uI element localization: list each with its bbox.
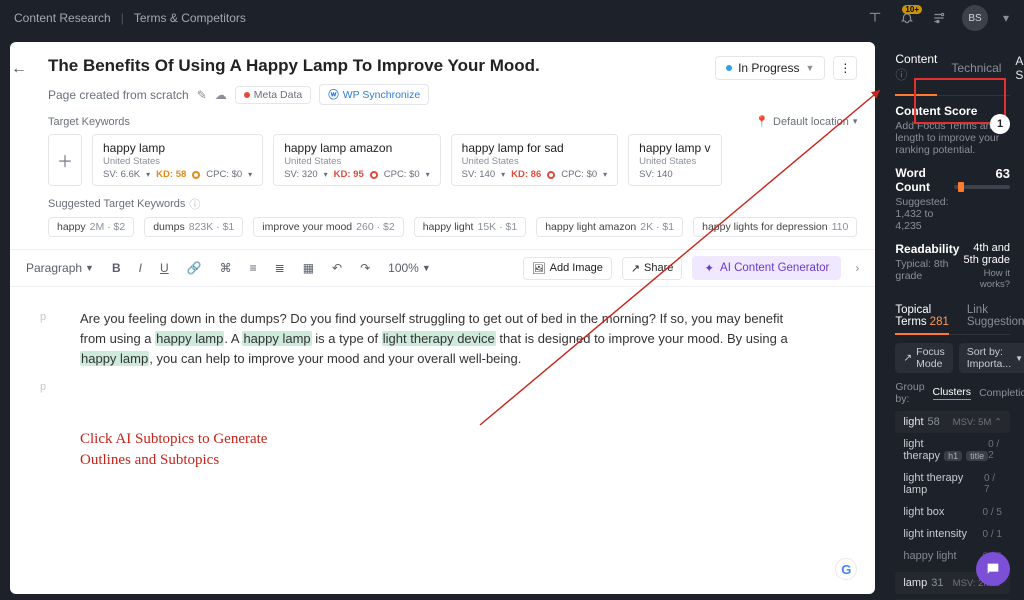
undo-button[interactable]: ↶ [328, 259, 346, 277]
readability-sub: Typical: 8th grade [895, 258, 959, 282]
right-panel: Content ⓘ Technical AI Subtopics 1 Conte… [881, 36, 1024, 600]
avatar-caret-icon[interactable]: ▾ [1002, 9, 1010, 27]
sliders-icon[interactable] [930, 9, 948, 27]
sort-dropdown[interactable]: Sort by: Importa...▼ [959, 343, 1024, 373]
suggested-keyword[interactable]: improve your mood260 · $2 [253, 217, 403, 237]
word-count-label: Word Count [895, 166, 954, 194]
word-count-slider[interactable] [954, 185, 1010, 189]
status-dot-icon [726, 65, 732, 71]
crumb-a[interactable]: Content Research [14, 11, 111, 25]
status-dropdown[interactable]: In Progress ▼ [715, 56, 825, 80]
bell-badge: 10+ [902, 5, 922, 14]
wp-sync-chip[interactable]: ⓦWP Synchronize [319, 84, 429, 105]
page-title: The Benefits Of Using A Happy Lamp To Im… [48, 56, 540, 76]
breadcrumb: Content Research | Terms & Competitors [14, 11, 246, 25]
redo-button[interactable]: ↷ [356, 259, 374, 277]
term-item[interactable]: light therapy lamp0 / 7 [895, 467, 1010, 501]
keyword-cards: ＋ happy lamp United States SV: 6.6K▾KD: … [48, 134, 857, 186]
pin-icon: 📍 [755, 115, 769, 128]
ordered-list-button[interactable]: ≡ [246, 259, 261, 277]
target-keywords-label: Target Keywords [48, 116, 130, 128]
term-item[interactable]: light therapyh1title0 / 2 [895, 433, 1010, 467]
group-by-label: Group by: [895, 381, 924, 405]
keyword-card[interactable]: happy lamp United States SV: 6.6K▾KD: 58… [92, 134, 263, 186]
word-count-value: 63 [954, 166, 1010, 181]
term-group[interactable]: light58MSV: 5M ⌃ [895, 411, 1010, 433]
share-icon: ↗ [631, 262, 640, 275]
toolbar-next-button[interactable]: › [851, 259, 863, 277]
unordered-list-button[interactable]: ≣ [271, 259, 289, 277]
suggested-keyword[interactable]: happy light15K · $1 [414, 217, 527, 237]
chevron-down-icon: ▼ [805, 63, 814, 73]
group-completion[interactable]: Completion [979, 387, 1024, 399]
suggested-keyword[interactable]: happy light amazon2K · $1 [536, 217, 683, 237]
italic-button[interactable]: I [135, 259, 146, 277]
bold-button[interactable]: B [108, 259, 125, 277]
tab-topical-terms[interactable]: Topical Terms281 [895, 304, 948, 328]
focus-mode-button[interactable]: ↗Focus Mode [895, 343, 952, 373]
page-subtitle: Page created from scratch [48, 88, 189, 102]
readability-label: Readability [895, 242, 959, 256]
edit-icon[interactable]: ✎ [197, 88, 207, 102]
share-button[interactable]: ↗Share [622, 257, 683, 280]
expand-icon: ↗ [903, 352, 912, 364]
chat-fab[interactable] [976, 552, 1010, 586]
suggested-keyword[interactable]: happy2M · $2 [48, 217, 134, 237]
block-tag: p [40, 381, 46, 393]
zoom-dropdown[interactable]: 100% ▼ [384, 259, 435, 277]
suggested-keywords-label: Suggested Target Keywords [48, 198, 185, 210]
readability-value: 4th and 5th grade [959, 242, 1010, 266]
term-item[interactable]: light box0 / 5 [895, 501, 1010, 523]
suggested-keyword[interactable]: dumps823K · $1 [144, 217, 243, 237]
tab-ai-subtopics[interactable]: AI Subtopics [1015, 50, 1024, 86]
paragraph-1[interactable]: Are you feeling down in the dumps? Do yo… [80, 309, 805, 369]
tab-content[interactable]: Content ⓘ [895, 48, 937, 87]
shortcode-button[interactable]: ⌘ [216, 259, 236, 277]
how-it-works-link[interactable]: How it works? [959, 268, 1010, 290]
tab-technical[interactable]: Technical [951, 57, 1001, 79]
paragraph-dropdown[interactable]: Paragraph ▼ [22, 259, 98, 277]
image-icon: 🖼 [532, 262, 546, 275]
meta-data-chip[interactable]: Meta Data [235, 86, 311, 104]
info-icon[interactable]: ⓘ [189, 196, 200, 212]
keyword-card[interactable]: happy lamp v United States SV: 140 [628, 134, 721, 186]
tab-link-suggestions[interactable]: Link Suggestions [967, 304, 1024, 328]
annotation-callout: Click AI Subtopics to Generate Outlines … [80, 429, 805, 471]
crumb-b[interactable]: Terms & Competitors [134, 11, 246, 25]
table-button[interactable]: ▦ [299, 259, 318, 277]
back-button[interactable]: ← [8, 60, 30, 78]
avatar[interactable]: BS [962, 5, 988, 31]
bell-icon[interactable]: 10+ [898, 9, 916, 27]
editor-pane: ← The Benefits Of Using A Happy Lamp To … [0, 36, 881, 600]
ai-content-generator-button[interactable]: ✦AI Content Generator [692, 256, 841, 280]
term-item[interactable]: light intensity0 / 1 [895, 523, 1010, 545]
add-keyword-button[interactable]: ＋ [48, 134, 82, 186]
suggested-keywords-row: happy2M · $2 dumps823K · $1 improve your… [48, 217, 857, 237]
kebab-menu[interactable]: ⋮ [833, 56, 857, 80]
word-count-sub: Suggested: 1,432 to 4,235 [895, 196, 954, 232]
tooltip-badge: 1 [990, 114, 1010, 134]
editor-toolbar: Paragraph ▼ B I U 🔗 ⌘ ≡ ≣ ▦ ↶ ↷ 100% ▼ 🖼… [10, 249, 875, 287]
sparkle-icon: ✦ [704, 261, 714, 275]
chevron-up-icon: ⌃ [994, 417, 1002, 428]
keyword-card[interactable]: happy lamp for sad United States SV: 140… [451, 134, 618, 186]
info-icon: ⓘ [895, 68, 907, 82]
link-button[interactable]: 🔗 [183, 259, 206, 277]
cloud-icon[interactable]: ☁ [215, 88, 227, 102]
group-clusters[interactable]: Clusters [933, 386, 972, 400]
document-editor[interactable]: p Are you feeling down in the dumps? Do … [10, 287, 875, 594]
book-icon[interactable] [866, 9, 884, 27]
location-selector[interactable]: 📍Default location▾ [755, 115, 857, 128]
underline-button[interactable]: U [156, 259, 173, 277]
block-tag: p [40, 311, 46, 323]
keyword-card[interactable]: happy lamp amazon United States SV: 320▾… [273, 134, 440, 186]
add-image-button[interactable]: 🖼Add Image [523, 257, 612, 280]
suggested-keyword[interactable]: happy lights for depression110 [693, 217, 857, 237]
top-bar: Content Research | Terms & Competitors 1… [0, 0, 1024, 36]
